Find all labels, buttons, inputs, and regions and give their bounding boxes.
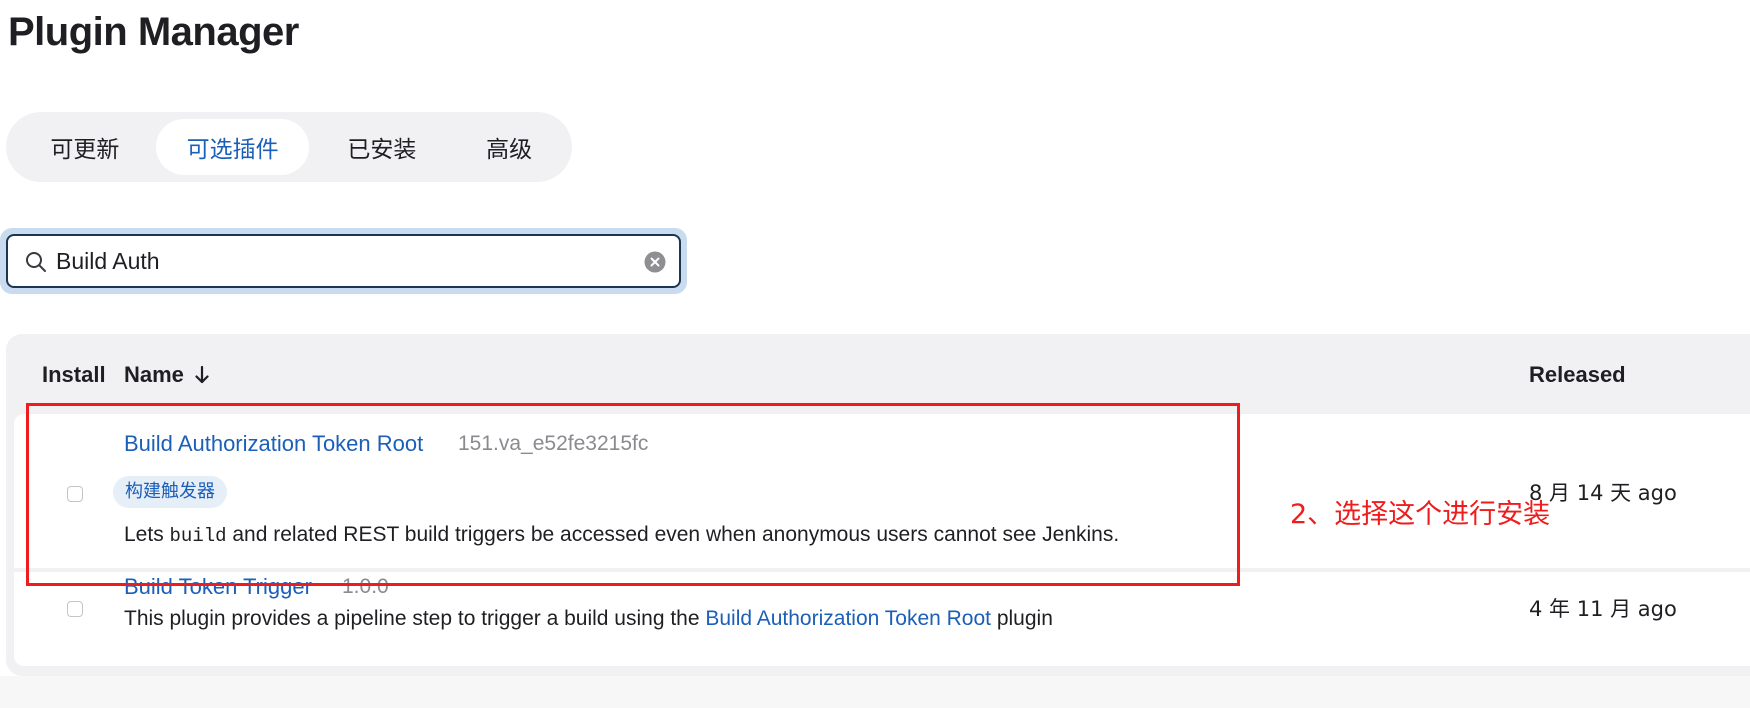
description-prefix: This plugin provides a pipeline step to … <box>124 607 706 630</box>
table-row: Build Authorization Token Root 151.va_e5… <box>14 414 1750 568</box>
released-date: 8 月 14 天 ago <box>1529 481 1677 505</box>
tab-available[interactable]: 可选插件 <box>155 119 310 175</box>
plugin-manager-page: Plugin Manager 可更新 可选插件 已安装 高级 Install N… <box>0 0 1750 708</box>
install-checkbox[interactable] <box>67 601 83 617</box>
category-tag[interactable]: 构建触发器 <box>113 476 227 508</box>
tab-updates[interactable]: 可更新 <box>14 119 156 175</box>
search-input[interactable] <box>56 244 636 278</box>
header-released[interactable]: Released <box>1529 362 1626 388</box>
released-date: 4 年 11 月 ago <box>1529 597 1677 621</box>
plugin-description: This plugin provides a pipeline step to … <box>124 607 1053 631</box>
install-checkbox[interactable] <box>67 486 83 502</box>
clear-icon[interactable] <box>644 251 666 273</box>
header-install: Install <box>42 362 106 387</box>
description-suffix: plugin <box>991 607 1053 630</box>
header-name[interactable]: Name <box>124 362 210 388</box>
annotation-text: 2、选择这个进行安装 <box>1290 499 1551 530</box>
search-icon <box>26 252 46 272</box>
tab-bar: 可更新 可选插件 已安装 高级 <box>6 112 572 182</box>
arrow-down-icon <box>195 365 209 384</box>
tab-installed[interactable]: 已安装 <box>309 119 454 175</box>
description-prefix: Lets <box>124 523 170 546</box>
search-field[interactable] <box>6 234 681 288</box>
page-title: Plugin Manager <box>8 10 299 54</box>
plugin-version: 1.0.0 <box>342 575 389 598</box>
description-suffix: and related REST build triggers be acces… <box>226 523 1120 546</box>
plugin-description: Lets build and related REST build trigge… <box>124 523 1119 547</box>
table-row: Build Token Trigger 1.0.0 This plugin pr… <box>14 572 1750 666</box>
header-name-label: Name <box>124 362 184 387</box>
plugin-name-link[interactable]: Build Authorization Token Root <box>124 431 423 457</box>
plugin-version: 151.va_e52fe3215fc <box>458 432 649 455</box>
tab-advanced[interactable]: 高级 <box>454 119 564 175</box>
bottom-strip <box>0 676 1750 708</box>
plugin-name-link[interactable]: Build Token Trigger <box>124 574 312 600</box>
description-code: build <box>169 525 227 547</box>
description-link[interactable]: Build Authorization Token Root <box>705 607 991 630</box>
